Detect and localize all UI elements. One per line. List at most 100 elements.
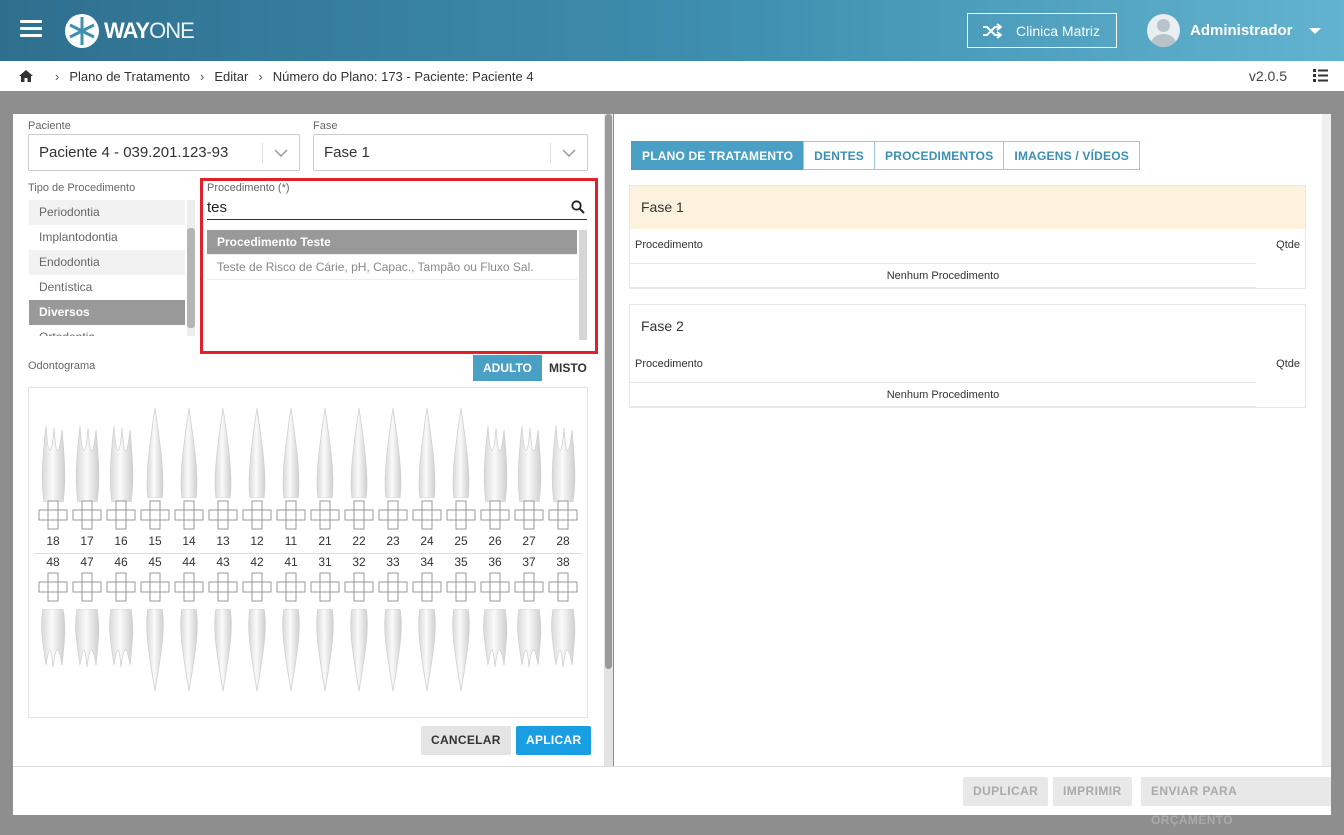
tooth-image[interactable] — [140, 406, 170, 498]
proc-type-item[interactable]: Endodontia — [29, 250, 185, 275]
send-budget-button[interactable]: ENVIAR PARA ORÇAMENTO — [1141, 777, 1331, 827]
tooth-image[interactable] — [106, 422, 136, 502]
tooth-image[interactable] — [106, 609, 136, 671]
duplicate-button[interactable]: DUPLICAR — [963, 777, 1049, 806]
tooth-surface-cross[interactable] — [310, 500, 340, 530]
tooth-surface-cross[interactable] — [106, 500, 136, 530]
tooth-surface-cross[interactable] — [344, 500, 374, 530]
tooth-image[interactable] — [310, 406, 340, 498]
proc-type-item[interactable]: Ortodontia — [29, 325, 185, 336]
tooth-image[interactable] — [276, 609, 306, 693]
clinic-switch-button[interactable]: Clinica Matriz — [967, 13, 1117, 48]
procedure-form-panel: Paciente Paciente 4 - 039.201.123-93 Fas… — [13, 114, 605, 766]
wayone-logo[interactable]: WAYONE — [64, 14, 195, 48]
tooth-image[interactable] — [174, 609, 204, 693]
tooth-image[interactable] — [276, 406, 306, 498]
tooth-image[interactable] — [174, 406, 204, 498]
proc-type-item-active[interactable]: Diversos — [29, 300, 185, 325]
tooth-image[interactable] — [310, 609, 340, 693]
tooth-surface-cross[interactable] — [514, 572, 544, 602]
tooth-surface-cross[interactable] — [276, 572, 306, 602]
tooth-surface-cross[interactable] — [480, 500, 510, 530]
apply-button[interactable]: APLICAR — [516, 726, 592, 755]
tooth-surface-cross[interactable] — [174, 500, 204, 530]
patient-select[interactable]: Paciente 4 - 039.201.123-93 — [28, 134, 300, 171]
tooth-number: 15 — [148, 534, 162, 548]
phase-select[interactable]: Fase 1 — [313, 134, 588, 171]
tooth-image[interactable] — [38, 422, 68, 502]
tooth-image[interactable] — [208, 609, 238, 693]
list-icon[interactable] — [1313, 69, 1328, 82]
home-icon[interactable] — [19, 70, 33, 82]
tooth-surface-cross[interactable] — [310, 572, 340, 602]
proc-type-item[interactable]: Implantodontia — [29, 225, 185, 250]
hamburger-menu-icon[interactable] — [20, 20, 42, 38]
tooth-image[interactable] — [242, 406, 272, 498]
left-panel-scrollbar[interactable] — [604, 114, 613, 766]
tooth-surface-cross[interactable] — [208, 500, 238, 530]
tooth-image[interactable] — [208, 406, 238, 498]
tooth-surface-cross[interactable] — [412, 572, 442, 602]
tooth-image[interactable] — [446, 406, 476, 498]
tooth-image[interactable] — [344, 609, 374, 693]
tab-procedimentos[interactable]: PROCEDIMENTOS — [874, 141, 1005, 170]
tooth-image[interactable] — [242, 609, 272, 693]
tab-plano-tratamento[interactable]: PLANO DE TRATAMENTO — [631, 141, 805, 170]
tooth-image[interactable] — [140, 609, 170, 693]
tooth-number: 41 — [284, 555, 298, 569]
tooth-surface-cross[interactable] — [174, 572, 204, 602]
tooth-image[interactable] — [412, 609, 442, 693]
breadcrumb-current: Número do Plano: 173 - Paciente: Pacient… — [272, 68, 534, 84]
tooth-image[interactable] — [344, 406, 374, 498]
tooth-surface-cross[interactable] — [412, 500, 442, 530]
user-menu[interactable]: Administrador — [1147, 13, 1321, 48]
tooth-surface-cross[interactable] — [242, 500, 272, 530]
tooth-image[interactable] — [480, 609, 510, 671]
tooth-image[interactable] — [72, 609, 102, 671]
tooth-image[interactable] — [72, 422, 102, 502]
breadcrumb-plano[interactable]: Plano de Tratamento — [69, 69, 190, 84]
tooth-surface-cross[interactable] — [72, 500, 102, 530]
tooth-surface-cross[interactable] — [242, 572, 272, 602]
tooth-image[interactable] — [514, 609, 544, 671]
cancel-button[interactable]: CANCELAR — [421, 726, 511, 755]
tooth-image[interactable] — [38, 609, 68, 671]
tooth-surface-cross[interactable] — [72, 572, 102, 602]
tooth-surface-cross[interactable] — [106, 572, 136, 602]
tooth-surface-cross[interactable] — [38, 500, 68, 530]
tooth-image[interactable] — [514, 422, 544, 502]
tooth-image[interactable] — [480, 422, 510, 502]
tooth-image[interactable] — [378, 406, 408, 498]
right-panel-scrollbar[interactable] — [1322, 114, 1331, 766]
tab-dentes[interactable]: DENTES — [803, 141, 876, 170]
empty-message: Nenhum Procedimento — [630, 263, 1256, 288]
tooth-surface-cross[interactable] — [208, 572, 238, 602]
tooth-surface-cross[interactable] — [140, 572, 170, 602]
tooth-surface-cross[interactable] — [140, 500, 170, 530]
tooth-surface-cross[interactable] — [480, 572, 510, 602]
adult-toggle[interactable]: ADULTO — [473, 355, 542, 381]
tooth-surface-cross[interactable] — [276, 500, 306, 530]
proc-type-item[interactable]: Dentística — [29, 275, 185, 300]
tooth-image[interactable] — [548, 422, 578, 502]
tooth-image[interactable] — [446, 609, 476, 693]
tooth-image[interactable] — [378, 609, 408, 693]
tooth-surface-cross[interactable] — [446, 500, 476, 530]
proc-type-scrollbar[interactable] — [187, 200, 195, 336]
tooth-surface-cross[interactable] — [38, 572, 68, 602]
breadcrumb: › Plano de Tratamento › Editar › Número … — [0, 61, 1344, 91]
mixed-toggle[interactable]: MISTO — [539, 355, 597, 381]
tab-imagens-videos[interactable]: IMAGENS / VÍDEOS — [1003, 141, 1140, 170]
tooth-image[interactable] — [548, 609, 578, 671]
tooth-surface-cross[interactable] — [378, 572, 408, 602]
print-button[interactable]: IMPRIMIR — [1053, 777, 1132, 806]
tooth-surface-cross[interactable] — [344, 572, 374, 602]
proc-type-item[interactable]: Periodontia — [29, 200, 185, 225]
tooth-surface-cross[interactable] — [548, 500, 578, 530]
tooth-image[interactable] — [412, 406, 442, 498]
tooth-surface-cross[interactable] — [548, 572, 578, 602]
tooth-surface-cross[interactable] — [378, 500, 408, 530]
tooth-surface-cross[interactable] — [514, 500, 544, 530]
tooth-surface-cross[interactable] — [446, 572, 476, 602]
breadcrumb-editar[interactable]: Editar — [214, 69, 248, 84]
